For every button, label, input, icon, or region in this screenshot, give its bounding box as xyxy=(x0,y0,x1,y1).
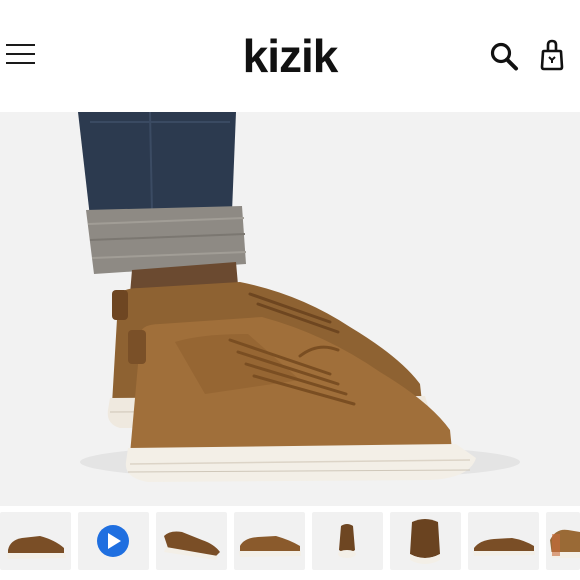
gallery-thumbnail[interactable] xyxy=(234,512,305,570)
gallery-thumbnail[interactable] xyxy=(0,512,71,570)
shopping-bag-icon[interactable] xyxy=(538,38,566,72)
gallery-thumbnail[interactable] xyxy=(468,512,539,570)
product-hero-image[interactable] xyxy=(0,112,580,506)
product-gallery-strip xyxy=(0,506,580,580)
gallery-thumbnail[interactable] xyxy=(390,512,461,570)
gallery-video-thumbnail[interactable] xyxy=(78,512,149,570)
gallery-thumbnail[interactable] xyxy=(312,512,383,570)
search-icon[interactable] xyxy=(488,41,520,73)
gallery-thumbnail[interactable] xyxy=(156,512,227,570)
site-header: kizik xyxy=(0,0,580,112)
gallery-thumbnail[interactable] xyxy=(546,512,580,570)
